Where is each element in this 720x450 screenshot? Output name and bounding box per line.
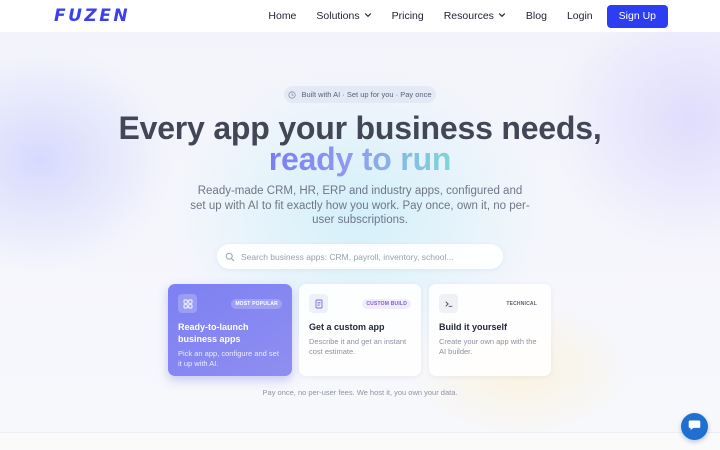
nav-login[interactable]: Login [567, 10, 593, 22]
sparkle-icon [288, 90, 297, 99]
terminal-icon [439, 294, 458, 313]
nav-resources-label: Resources [443, 10, 494, 22]
hero-badge-text: Built with AI · Set up for you · Pay onc… [301, 90, 432, 99]
grid-icon [178, 294, 197, 313]
hero-title-line2: ready to run [0, 141, 720, 178]
nav-pricing[interactable]: Pricing [392, 10, 424, 22]
nav-login-label: Login [566, 10, 593, 22]
chevron-down-icon [364, 10, 372, 22]
card-tag: TECHNICAL [506, 301, 537, 307]
search-input[interactable] [241, 251, 491, 262]
card-ready-to-launch[interactable]: MOST POPULAR Ready-to-launch business ap… [168, 284, 292, 376]
card-title: Build it yourself [439, 322, 508, 332]
brand-logo[interactable]: FUZEN [54, 6, 130, 26]
chevron-down-icon [498, 10, 506, 22]
card-tag: MOST POPULAR [231, 299, 282, 309]
nav-solutions-label: Solutions [316, 10, 360, 22]
card-description: Create your own app with the AI builder. [439, 337, 537, 356]
next-section-edge [0, 432, 720, 450]
hero-badge: Built with AI · Set up for you · Pay onc… [284, 86, 436, 103]
nav-pricing-label: Pricing [391, 10, 424, 22]
document-icon [309, 294, 328, 313]
nav-resources[interactable]: Resources [444, 10, 506, 22]
nav-blog[interactable]: Blog [526, 10, 547, 22]
card-custom-app[interactable]: CUSTOM BUILD Get a custom app Describe i… [299, 284, 421, 376]
search-icon [225, 252, 235, 262]
card-description: Pick an app, configure and set it up wit… [178, 349, 279, 368]
card-title: Get a custom app [309, 322, 385, 332]
card-build-yourself[interactable]: TECHNICAL Build it yourself Create your … [429, 284, 551, 376]
chat-widget-button[interactable] [681, 413, 708, 440]
chat-bubble-icon [688, 418, 701, 436]
nav-solutions[interactable]: Solutions [316, 10, 371, 22]
nav-home-label: Home [268, 10, 297, 22]
card-description: Describe it and get an instant cost esti… [309, 337, 407, 356]
signup-button[interactable]: Sign Up [606, 4, 668, 28]
card-title: Ready-to-launch business apps [178, 322, 249, 344]
hero-subtitle: Ready-made CRM, HR, ERP and industry app… [190, 185, 530, 226]
nav-blog-label: Blog [525, 10, 547, 22]
nav-links: Home Solutions Pricing Resources Blog Lo… [248, 0, 668, 32]
top-navbar: FUZEN Home Solutions Pricing Resources B… [0, 0, 720, 32]
card-tag: CUSTOM BUILD [362, 299, 411, 309]
app-search-bar[interactable] [217, 244, 503, 269]
hero-title-gradient-text: ready to run [268, 141, 452, 177]
nav-home[interactable]: Home [268, 10, 296, 22]
hero-footnote: Pay once, no per-user fees. We host it, … [262, 388, 458, 397]
